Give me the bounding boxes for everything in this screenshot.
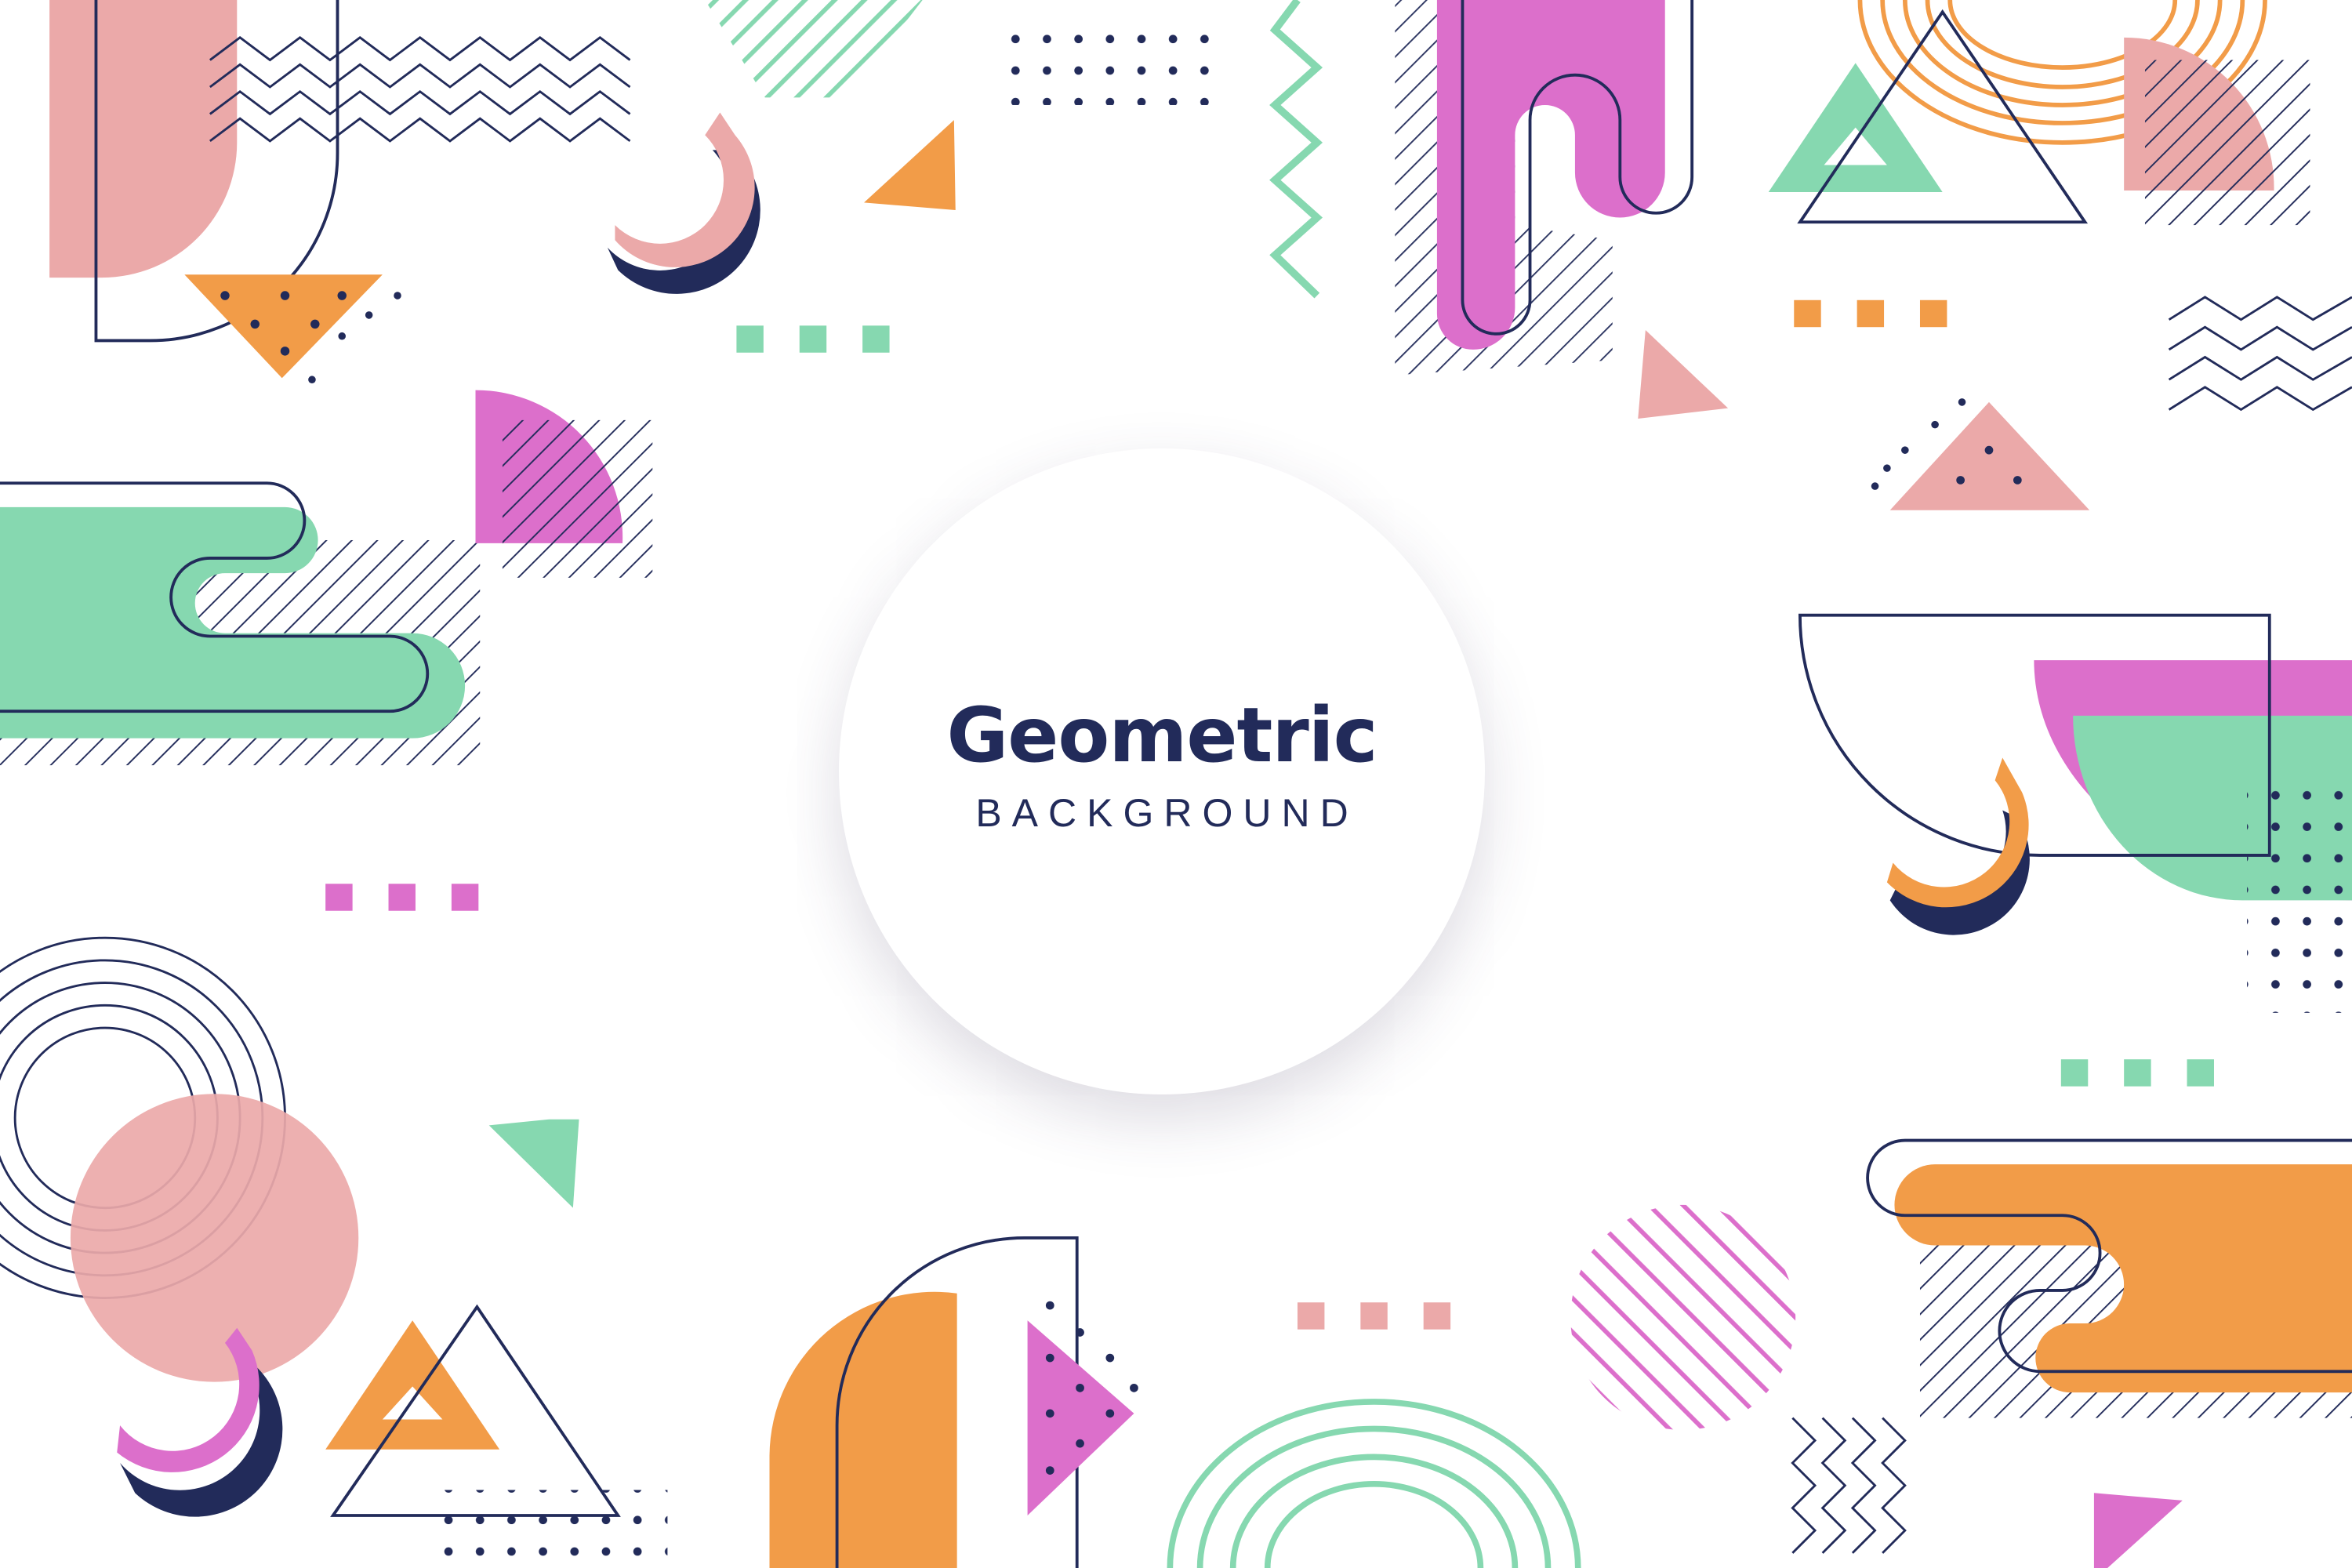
title: Geometric (946, 691, 1377, 779)
subtitle: BACKGROUND (975, 791, 1359, 835)
top-center-cluster (1395, 0, 1729, 419)
geometric-background-poster: Geometric BACKGROUND (0, 0, 2352, 1568)
top-right-cluster (1768, 0, 2352, 510)
left-middle-cluster (0, 390, 653, 911)
bottom-left-cluster (0, 936, 668, 1568)
bottom-center-cluster (769, 1204, 1796, 1568)
center-title-badge: Geometric BACKGROUND (839, 448, 1485, 1094)
top-left-cluster (49, 0, 1323, 383)
right-cluster (1791, 613, 2352, 1568)
